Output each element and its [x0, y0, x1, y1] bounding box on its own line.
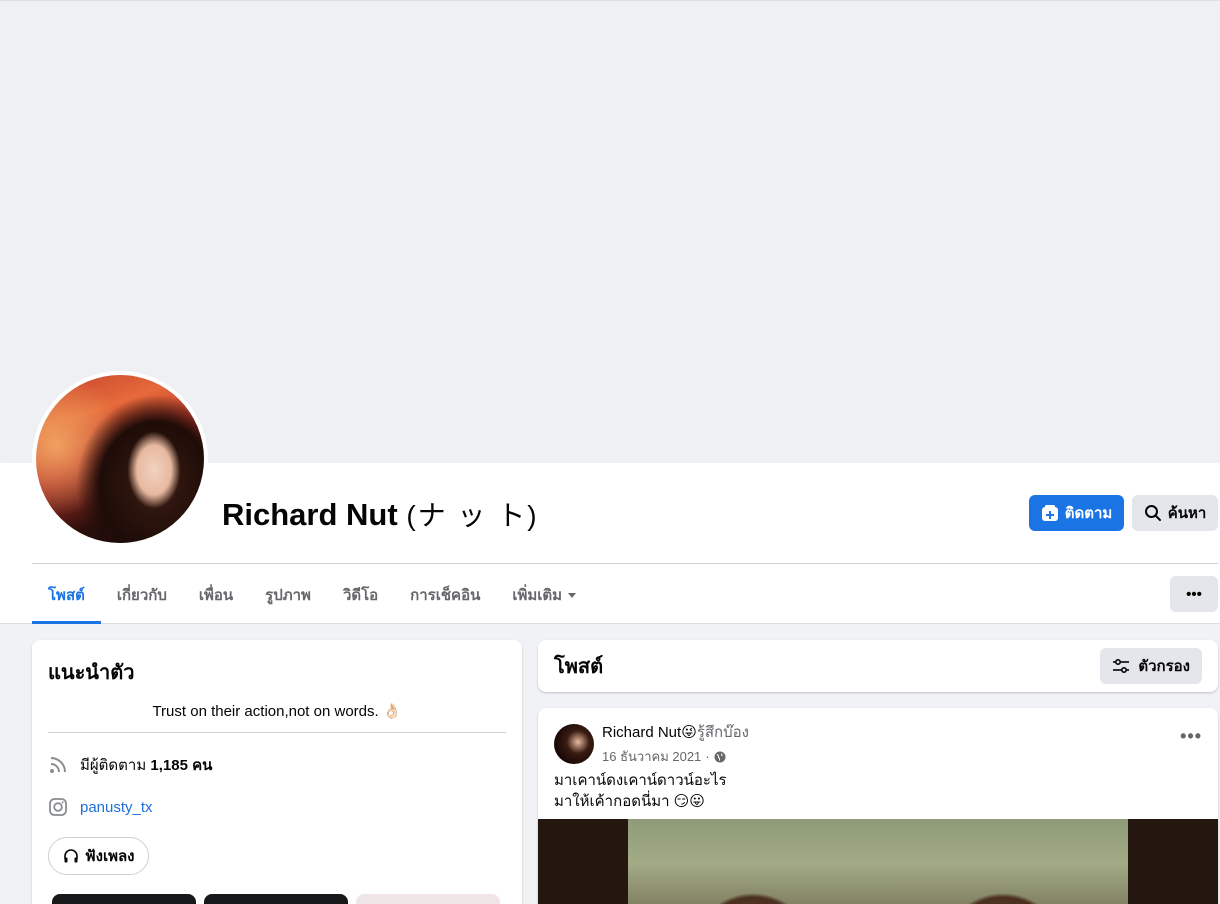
rss-icon — [48, 755, 68, 775]
tab-label: เพิ่มเติม — [512, 587, 563, 604]
followers-text: มีผู้ติดตาม 1,185 คน — [80, 753, 212, 777]
post-text: มาเคาน์ดงเคาน์ดาวน์อะไร มาให้เค้ากอดนี่ม… — [554, 770, 727, 812]
tab-videos[interactable]: วิดีโอ — [327, 566, 394, 624]
more-dots-icon: ••• — [1186, 585, 1202, 603]
featured-thumb[interactable] — [356, 894, 500, 904]
tab-more[interactable]: เพิ่มเติม — [496, 566, 592, 624]
avatar-image — [36, 375, 204, 543]
featured-thumb[interactable] — [204, 894, 348, 904]
tab-posts[interactable]: โพสต์ — [32, 566, 101, 624]
search-label: ค้นหา — [1167, 505, 1207, 522]
follow-plus-icon — [1041, 505, 1058, 521]
featured-thumb[interactable] — [52, 894, 196, 904]
instagram-row: panusty_tx — [48, 797, 506, 817]
header-divider — [32, 563, 1218, 564]
follow-label: ติดตาม — [1064, 505, 1113, 522]
tab-friends[interactable]: เพื่อน — [183, 566, 249, 624]
post-meta: 16 ธันวาคม 2021 · — [602, 746, 749, 767]
post-options-button[interactable]: ••• — [1180, 726, 1202, 747]
tab-label: เพื่อน — [198, 587, 234, 604]
post-photo[interactable] — [538, 819, 1218, 904]
tab-label: เกี่ยวกับ — [116, 587, 167, 604]
intro-card: แนะนำตัว Trust on their action,not on wo… — [32, 640, 522, 904]
profile-tabs: โพสต์ เกี่ยวกับ เพื่อน รูปภาพ วิดีโอ การ… — [32, 566, 592, 624]
filter-label: ตัวกรอง — [1138, 658, 1190, 675]
follow-button[interactable]: ติดตาม — [1029, 495, 1124, 531]
post-photo-left — [628, 819, 878, 904]
post-header: Richard Nut😜รู้สึกบ๊อง 16 ธันวาคม 2021 · — [554, 720, 749, 767]
tab-label: การเช็คอิน — [410, 587, 481, 604]
search-button[interactable]: ค้นหา — [1132, 495, 1218, 531]
followers-count[interactable]: 1,185 คน — [150, 757, 212, 774]
instagram-link[interactable]: panusty_tx — [80, 799, 153, 816]
post-card: Richard Nut😜รู้สึกบ๊อง 16 ธันวาคม 2021 ·… — [538, 708, 1218, 904]
posts-title: โพสต์ — [554, 656, 604, 678]
profile-name-main: Richard Nut — [222, 497, 398, 532]
followers-prefix: มีผู้ติดตาม — [80, 757, 147, 774]
tab-checkins[interactable]: การเช็คอิน — [394, 566, 496, 624]
music-label: ฟังเพลง — [85, 848, 135, 865]
profile-name: Richard Nut (ナ ッ ト) — [222, 494, 539, 534]
posts-header-card: โพสต์ ตัวกรอง — [538, 640, 1218, 692]
feeling-emoji: 😜 — [681, 724, 697, 741]
globe-icon[interactable] — [714, 751, 726, 763]
profile-name-alt: (ナ ッ ト) — [406, 500, 539, 531]
tab-about[interactable]: เกี่ยวกับ — [101, 566, 183, 624]
profile-more-button[interactable]: ••• — [1170, 576, 1218, 612]
meta-separator: · — [705, 749, 710, 764]
headphones-icon — [64, 849, 78, 863]
tab-photos[interactable]: รูปภาพ — [249, 566, 327, 624]
post-photo-right — [878, 819, 1128, 904]
post-text-line: มาให้เค้ากอดนี่มา 😏😛 — [554, 793, 705, 810]
post-author-avatar[interactable] — [554, 723, 594, 764]
tab-label: โพสต์ — [48, 587, 85, 604]
featured-thumbnails — [52, 894, 500, 904]
tab-label: วิดีโอ — [342, 587, 379, 604]
post-date[interactable]: 16 ธันวาคม 2021 — [602, 746, 701, 767]
filter-button[interactable]: ตัวกรอง — [1100, 648, 1202, 684]
followers-row: มีผู้ติดตาม 1,185 คน — [48, 753, 506, 777]
music-button[interactable]: ฟังเพลง — [48, 837, 150, 875]
cover-photo[interactable] — [0, 0, 1220, 463]
caret-down-icon — [568, 592, 577, 598]
post-author-name[interactable]: Richard Nut — [602, 724, 681, 741]
instagram-icon — [48, 797, 68, 817]
post-feeling: รู้สึกบ๊อง — [696, 724, 749, 741]
post-author-block: Richard Nut😜รู้สึกบ๊อง 16 ธันวาคม 2021 · — [602, 720, 749, 767]
intro-title: แนะนำตัว — [48, 662, 135, 684]
filter-sliders-icon — [1113, 658, 1130, 674]
bio-text: Trust on their action,not on words. 👌🏻 — [48, 702, 506, 733]
tab-label: รูปภาพ — [265, 587, 311, 604]
post-text-line: มาเคาน์ดงเคาน์ดาวน์อะไร — [554, 772, 727, 789]
search-icon — [1144, 505, 1161, 521]
profile-avatar[interactable] — [32, 371, 208, 547]
post-author-line: Richard Nut😜รู้สึกบ๊อง — [602, 720, 749, 744]
